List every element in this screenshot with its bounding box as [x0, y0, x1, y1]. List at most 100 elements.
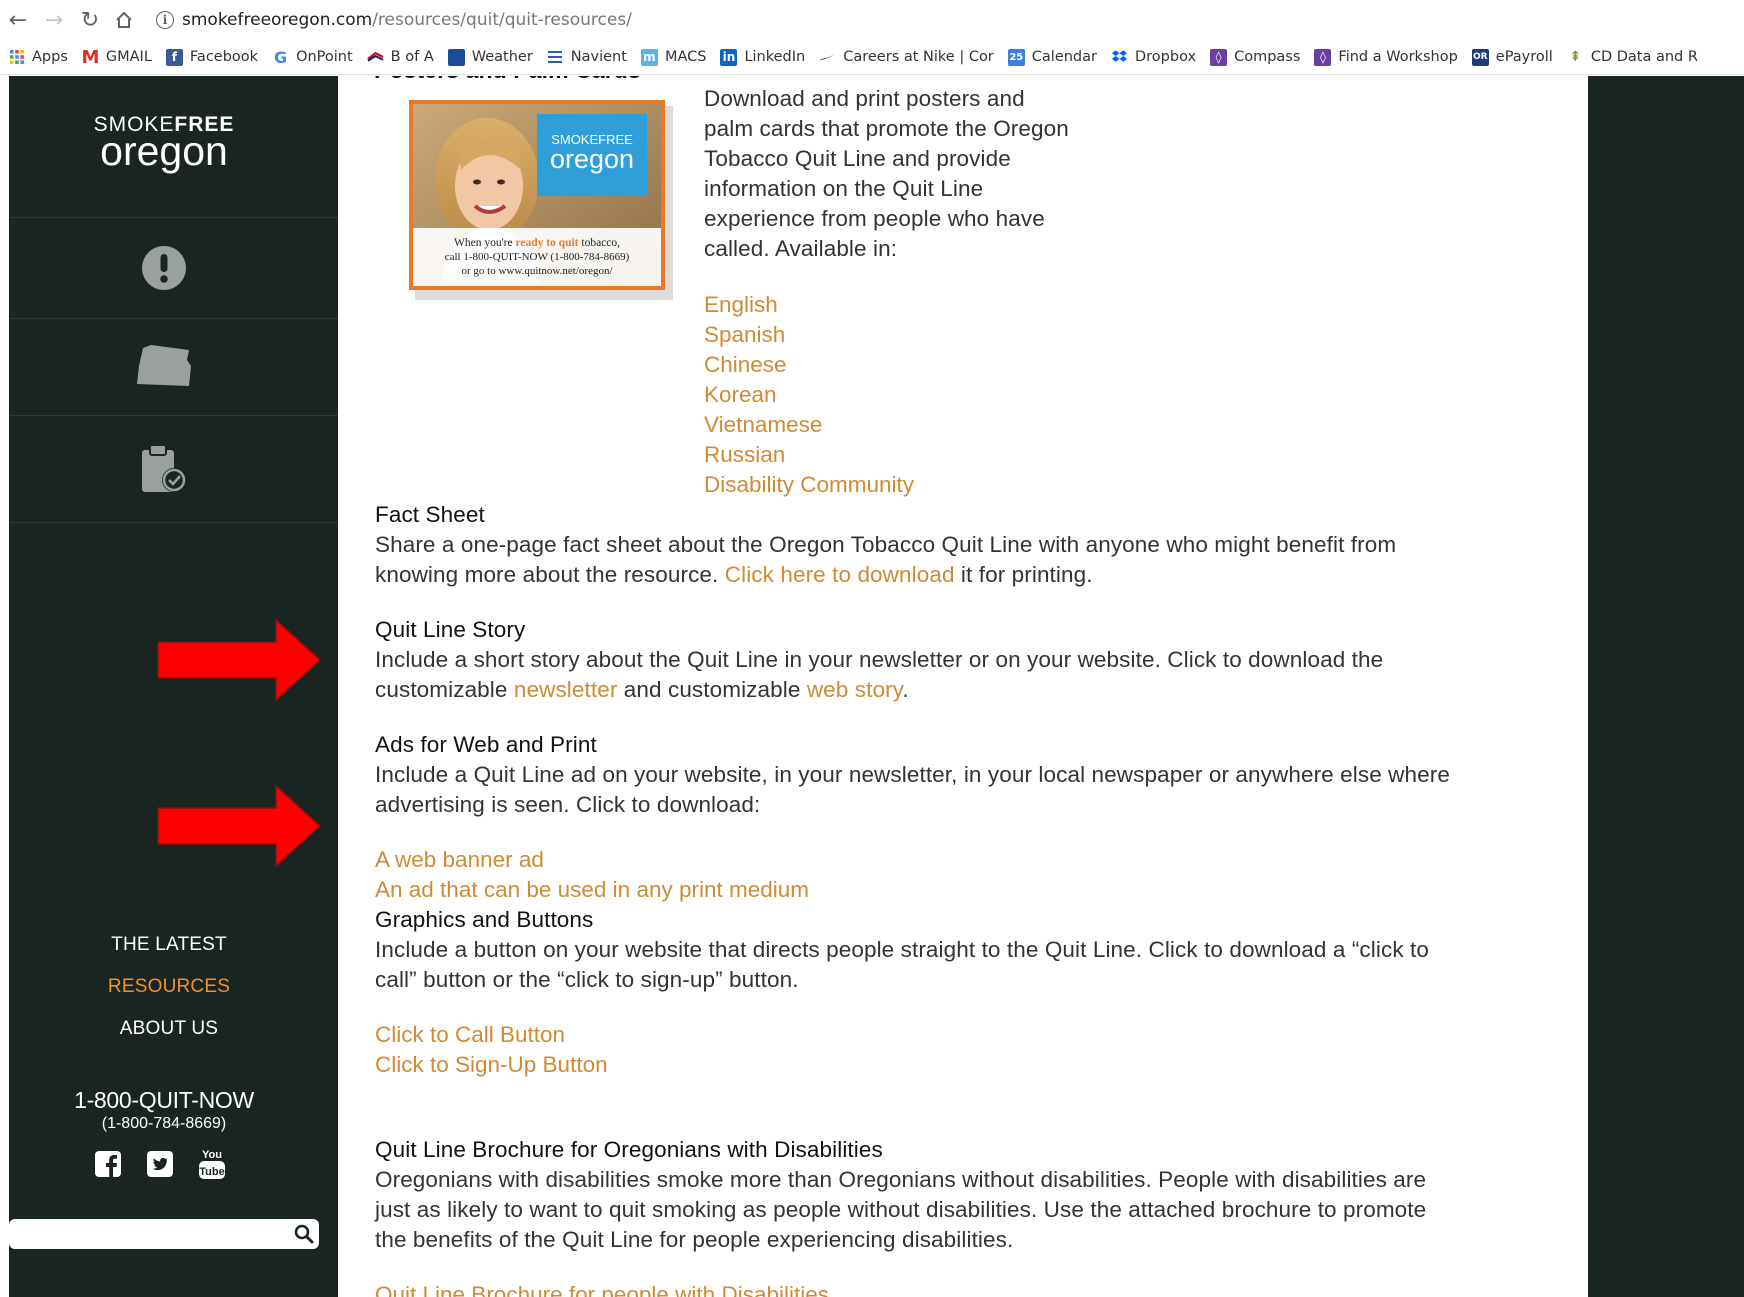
graphics-text: Include a button on your website that di… [375, 937, 1429, 962]
print-ad-link[interactable]: An ad that can be used in any print medi… [375, 875, 809, 905]
bookmark-dropbox[interactable]: Dropbox [1111, 49, 1196, 66]
social-links: You Tube [94, 1149, 226, 1179]
linkedin-icon: in [720, 48, 738, 66]
workshop-icon: ◊ [1314, 48, 1332, 66]
poster-desc-line: Tobacco Quit Line and provide [704, 146, 1011, 171]
link-korean[interactable]: Korean [704, 380, 777, 410]
bookmark-label: Find a Workshop [1338, 49, 1458, 65]
bookmark-linkedin[interactable]: in LinkedIn [720, 48, 806, 66]
facebook-icon[interactable] [94, 1150, 122, 1178]
fact-sheet-text-part: it for printing. [954, 562, 1093, 587]
click-to-call-link[interactable]: Click to Call Button [375, 1020, 565, 1050]
menu-item-the-latest[interactable]: THE LATEST [9, 924, 329, 966]
poster-desc-line: information on the Quit Line [704, 176, 984, 201]
brochure-text: the benefits of the Quit Line for people… [375, 1227, 1014, 1252]
bofa-icon [366, 49, 384, 66]
sidebar-divider [9, 522, 338, 523]
fact-sheet-heading: Fact Sheet [375, 502, 485, 527]
main-content: Posters and Palm Cards SMOKEFREE oregon … [338, 76, 1588, 1297]
bookmark-compass[interactable]: ◊ Compass [1210, 48, 1301, 66]
poster-desc-line: Download and print posters and [704, 86, 1025, 111]
sidebar-checklist-button[interactable] [9, 442, 319, 501]
bookmark-label: B of A [390, 49, 434, 65]
link-english[interactable]: English [704, 290, 778, 320]
brochure-link[interactable]: Quit Line Brochure for people with Disab… [375, 1280, 829, 1297]
link-russian[interactable]: Russian [704, 440, 785, 470]
gmail-icon: M [81, 46, 100, 68]
bookmark-label: LinkedIn [744, 49, 806, 65]
menu-item-resources[interactable]: RESOURCES [9, 966, 329, 1008]
bookmarks-bar: Apps M GMAIL f Facebook G OnPoint B of A… [8, 42, 1712, 72]
fact-sheet-download-link[interactable]: Click here to download [725, 562, 955, 587]
search-icon[interactable] [293, 1223, 315, 1250]
ads-text: Include a Quit Line ad on your website, … [375, 762, 1450, 787]
quit-line-story-text: customizable newsletter and customizable… [375, 675, 909, 705]
bookmark-macs[interactable]: m MACS [640, 48, 707, 66]
bookmark-navient[interactable]: Navient [547, 49, 627, 66]
svg-text:You: You [202, 1149, 222, 1161]
link-spanish[interactable]: Spanish [704, 320, 785, 350]
web-banner-ad-link[interactable]: A web banner ad [375, 845, 544, 875]
clipboard-check-icon [138, 442, 190, 501]
bookmark-bofa[interactable]: B of A [366, 49, 434, 66]
exclamation-circle-icon [140, 244, 188, 297]
youtube-icon[interactable]: You Tube [198, 1149, 226, 1179]
phone-text: 1-800-QUIT-NOW [74, 1087, 254, 1113]
bookmark-label: MACS [664, 49, 707, 65]
bookmark-weather[interactable]: Weather [447, 48, 533, 66]
google-icon: G [273, 47, 288, 67]
site-logo[interactable]: SMOKEFREE oregon [9, 114, 319, 172]
bookmark-label: Weather [471, 49, 533, 65]
link-disability-community[interactable]: Disability Community [704, 470, 914, 500]
bookmark-epayroll[interactable]: OR ePayroll [1471, 48, 1553, 66]
quit-line-story-heading: Quit Line Story [375, 617, 526, 642]
quitline-phone[interactable]: 1-800-QUIT-NOW (1-800-784-8669) [9, 1086, 319, 1134]
browser-chrome: ← → ↻ i smokefreeoregon.com/resources/qu… [0, 0, 1744, 75]
forward-arrow-icon[interactable]: → [40, 6, 68, 34]
oregon-map-icon [135, 344, 193, 393]
bookmark-label: Careers at Nike | Cor [843, 49, 994, 65]
cd-data-icon: ⇞ [1569, 49, 1582, 65]
bookmark-label: GMAIL [105, 49, 152, 65]
back-arrow-icon[interactable]: ← [4, 6, 32, 34]
menu-item-about-us[interactable]: ABOUT US [9, 1008, 329, 1050]
url-field[interactable]: i smokefreeoregon.com/resources/quit/qui… [156, 6, 632, 34]
info-icon[interactable]: i [156, 11, 174, 29]
graphics-heading: Graphics and Buttons [375, 907, 594, 932]
web-story-link[interactable]: web story [807, 677, 903, 702]
home-icon[interactable] [110, 6, 138, 34]
fact-sheet-text: knowing more about the resource. Click h… [375, 560, 1093, 590]
red-arrow-icon [157, 784, 322, 868]
bookmark-apps[interactable]: Apps [8, 49, 68, 66]
bookmark-find-workshop[interactable]: ◊ Find a Workshop [1314, 48, 1458, 66]
link-chinese[interactable]: Chinese [704, 350, 787, 380]
bookmark-onpoint[interactable]: G OnPoint [272, 47, 353, 67]
poster-thumbnail[interactable]: SMOKEFREE oregon When you're ready to qu… [409, 100, 673, 300]
bookmark-label: Compass [1234, 49, 1301, 65]
newsletter-link[interactable]: newsletter [514, 677, 618, 702]
bookmark-facebook[interactable]: f Facebook [165, 48, 258, 66]
sidebar-alert-button[interactable] [9, 244, 319, 297]
bookmark-cd-data[interactable]: ⇞ CD Data and R [1567, 49, 1697, 66]
bookmark-label: Apps [32, 49, 68, 65]
twitter-icon[interactable] [146, 1150, 174, 1178]
reload-icon[interactable]: ↻ [76, 6, 104, 34]
facebook-icon: f [165, 48, 183, 66]
bookmark-label: Dropbox [1134, 49, 1197, 65]
poster-caption-line2: call 1-800-QUIT-NOW (1-800-784-8669) [445, 251, 630, 263]
bookmark-calendar[interactable]: 25 Calendar [1007, 48, 1097, 66]
sidebar-oregon-button[interactable] [9, 344, 319, 393]
click-to-signup-link[interactable]: Click to Sign-Up Button [375, 1050, 608, 1080]
poster-caption-line1: When you're ready to quit tobacco, [454, 237, 620, 249]
link-vietnamese[interactable]: Vietnamese [704, 410, 822, 440]
search-input[interactable] [9, 1219, 319, 1249]
poster-caption-line3: or go to www.quitnow.net/oregon/ [461, 265, 613, 277]
epayroll-icon: OR [1471, 48, 1489, 66]
nike-icon [819, 49, 836, 66]
story-text-part: . [902, 677, 909, 702]
sidebar-divider [9, 318, 338, 319]
bookmark-nike[interactable]: Careers at Nike | Cor [819, 49, 994, 66]
ads-heading: Ads for Web and Print [375, 732, 597, 757]
bookmark-gmail[interactable]: M GMAIL [81, 46, 152, 68]
fact-sheet-text: Share a one-page fact sheet about the Or… [375, 532, 1397, 557]
